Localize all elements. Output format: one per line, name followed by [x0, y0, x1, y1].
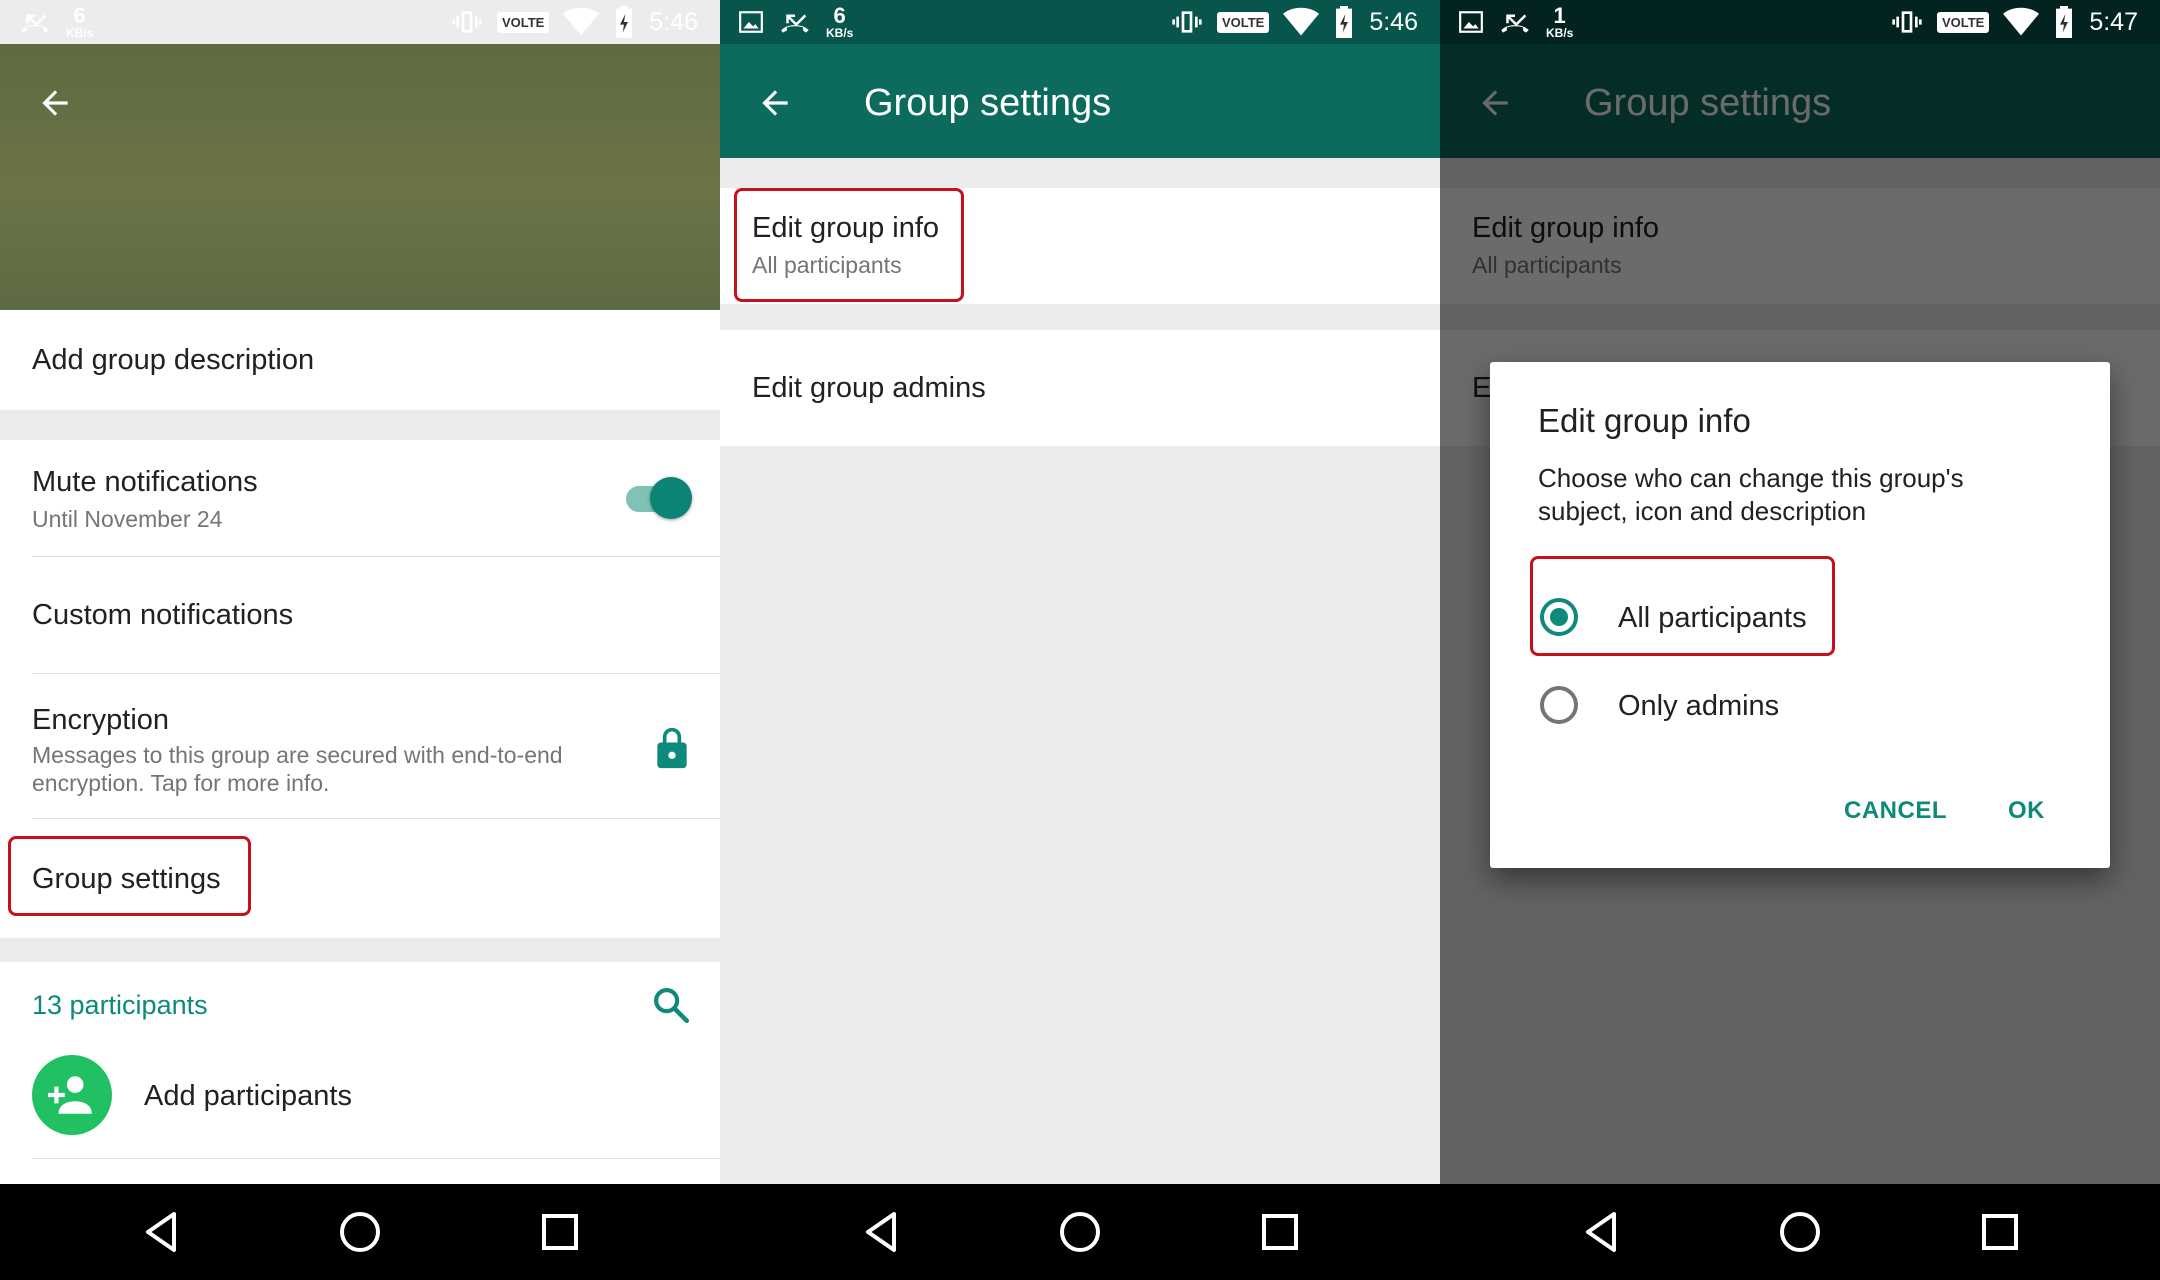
option-only-admins[interactable]: Only admins: [1490, 666, 2110, 746]
mute-notifications-label: Mute notifications: [32, 466, 258, 498]
image-icon: [1459, 11, 1483, 33]
clock: 5:47: [2089, 7, 2138, 36]
status-bar: 1 KB/s VOLTE 5:47: [1440, 0, 2160, 44]
status-bar: 6 KB/s VOLTE 5:46: [720, 0, 1440, 44]
mute-until-label: Until November 24: [32, 506, 223, 532]
speed-value: 6: [833, 3, 846, 28]
group-photo-header: [0, 44, 720, 310]
status-bar: 6 KB/s VOLTE 5:46: [0, 0, 720, 44]
speed-unit: KB/s: [1546, 26, 1574, 40]
missed-call-icon: [21, 14, 49, 33]
add-description-row[interactable]: Add group description: [0, 310, 720, 410]
back-nav-icon[interactable]: [138, 1208, 186, 1256]
missed-call-icon: [781, 14, 809, 33]
dialog-message: Choose who can change this group's subje…: [1538, 462, 2058, 528]
vibrate-icon: [1172, 11, 1202, 33]
missed-call-icon: [1501, 14, 1529, 33]
wifi-icon: [2003, 7, 2040, 36]
custom-notifications-label: Custom notifications: [32, 599, 294, 631]
mute-notifications-row[interactable]: Mute notifications Until November 24: [0, 440, 720, 556]
volte-badge: VOLTE: [1216, 11, 1270, 33]
option-label: Only admins: [1618, 690, 1780, 722]
image-icon: [739, 11, 763, 33]
encryption-message-line1: Messages to this group are secured with …: [32, 742, 563, 768]
edit-group-admins-row[interactable]: Edit group admins: [720, 330, 1440, 446]
battery-icon: [2056, 6, 2073, 38]
recents-nav-icon[interactable]: [536, 1208, 584, 1256]
back-arrow-icon[interactable]: [756, 84, 794, 127]
search-icon[interactable]: [650, 984, 692, 1031]
speed-unit: KB/s: [826, 26, 854, 40]
wifi-icon: [563, 7, 600, 36]
navigation-bar: [720, 1184, 1440, 1280]
mute-toggle-knob[interactable]: [650, 477, 692, 519]
cancel-button[interactable]: CANCEL: [1844, 797, 1947, 825]
edit-group-info-dialog: Edit group info Choose who can change th…: [1490, 362, 2110, 868]
app-toolbar: Group settings: [720, 44, 1440, 158]
encryption-message-line2: encryption. Tap for more info.: [32, 770, 330, 796]
volte-badge: VOLTE: [1936, 11, 1990, 33]
highlight-box: [1530, 556, 1835, 656]
home-nav-icon[interactable]: [1776, 1208, 1824, 1256]
speed-value: 6: [73, 3, 86, 28]
lock-icon: [652, 726, 692, 775]
participants-card: 13 participants Add participants: [0, 962, 720, 1184]
encryption-row[interactable]: Encryption Messages to this group are se…: [0, 674, 720, 818]
add-person-icon: [48, 1076, 92, 1114]
battery-icon: [1336, 6, 1353, 38]
add-participants-row[interactable]: Add participants: [0, 1048, 720, 1152]
home-nav-icon[interactable]: [1056, 1208, 1104, 1256]
highlight-box: [8, 836, 251, 916]
navigation-bar: [1440, 1184, 2160, 1280]
recents-nav-icon[interactable]: [1976, 1208, 2024, 1256]
group-info-screen: 6 KB/s VOLTE 5:46 Add group description M…: [0, 0, 720, 1280]
clock: 5:46: [1369, 7, 1418, 36]
recents-nav-icon[interactable]: [1256, 1208, 1304, 1256]
custom-notifications-row[interactable]: Custom notifications: [0, 557, 720, 673]
vibrate-icon: [452, 11, 482, 33]
back-arrow-icon[interactable]: [36, 84, 74, 127]
speed-unit: KB/s: [66, 26, 94, 40]
edit-group-admins-label: Edit group admins: [752, 372, 986, 404]
network-speed: 6 KB/s: [826, 3, 854, 40]
network-speed: 1 KB/s: [1546, 3, 1574, 40]
group-settings-screen: Group settings 6 KB/s VOLTE 5:46 Edit gro…: [720, 0, 1440, 1280]
navigation-bar: [0, 1184, 720, 1280]
clock: 5:46: [649, 7, 698, 36]
participants-count: 13 participants: [32, 990, 208, 1020]
network-speed: 6 KB/s: [66, 3, 94, 40]
divider: [32, 1158, 720, 1159]
battery-icon: [616, 6, 633, 38]
dialog-message-line2: subject, icon and description: [1538, 496, 1867, 526]
speed-value: 1: [1553, 3, 1566, 28]
vibrate-icon: [1892, 11, 1922, 33]
add-participants-label: Add participants: [144, 1080, 352, 1112]
add-participant-avatar: [32, 1055, 112, 1135]
highlight-box: [734, 188, 964, 302]
home-nav-icon[interactable]: [336, 1208, 384, 1256]
edit-group-info-dialog-screen: Group settings Edit group info All parti…: [1440, 0, 2160, 1280]
add-description-label: Add group description: [32, 344, 315, 376]
dialog-title: Edit group info: [1538, 402, 1751, 439]
back-nav-icon[interactable]: [858, 1208, 906, 1256]
back-nav-icon[interactable]: [1578, 1208, 1626, 1256]
volte-badge: VOLTE: [496, 11, 550, 33]
encryption-label: Encryption: [32, 704, 170, 736]
dialog-message-line1: Choose who can change this group's: [1538, 463, 1964, 493]
radio-unselected-icon[interactable]: [1540, 686, 1578, 724]
page-title: Group settings: [864, 82, 1112, 124]
ok-button[interactable]: OK: [2008, 797, 2045, 825]
wifi-icon: [1283, 7, 1320, 36]
